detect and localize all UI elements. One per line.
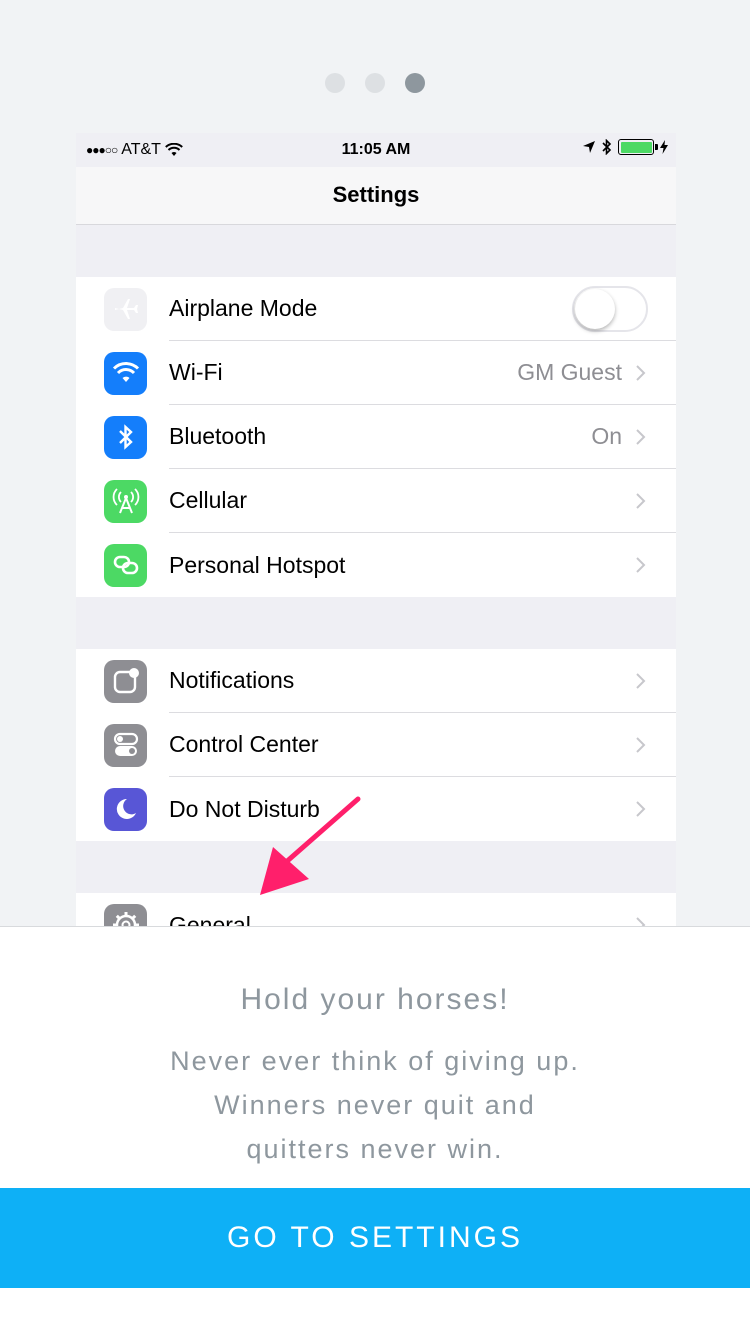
settings-row-personal-hotspot[interactable]: Personal Hotspot <box>76 533 676 597</box>
chevron-right-icon <box>636 557 646 573</box>
pointer-arrow-icon <box>260 796 361 895</box>
notifications-label: Notifications <box>169 667 295 693</box>
cellular-label: Cellular <box>169 487 247 513</box>
notifications-icon <box>104 659 147 703</box>
chevron-right-icon <box>636 428 646 445</box>
bluetooth-status-icon <box>602 139 612 155</box>
airplane-mode-label: Airplane Mode <box>169 295 318 321</box>
settings-row-do-not-disturb[interactable]: Do Not Disturb <box>76 777 676 841</box>
charging-icon <box>660 140 668 154</box>
go-to-settings-button[interactable]: GO TO SETTINGS <box>0 1188 750 1288</box>
chevron-right-icon <box>636 736 646 753</box>
bluetooth-icon <box>104 415 147 459</box>
chevron-right-icon <box>636 364 646 381</box>
gear-icon <box>104 903 147 927</box>
settings-group-connectivity: Airplane Mode Wi-Fi GM Guest Bluetooth O… <box>76 277 676 597</box>
settings-row-airplane-mode[interactable]: Airplane Mode <box>76 277 676 341</box>
page-dot-3-active[interactable] <box>405 73 425 93</box>
settings-row-general[interactable]: General <box>76 893 676 927</box>
personal-hotspot-label: Personal Hotspot <box>169 551 346 578</box>
battery-icon <box>618 139 658 155</box>
control-center-icon <box>104 723 147 767</box>
chevron-right-icon <box>636 801 646 817</box>
settings-row-notifications[interactable]: Notifications <box>76 649 676 713</box>
cellular-icon <box>104 479 147 523</box>
location-icon <box>583 141 595 153</box>
hotspot-icon <box>104 543 147 587</box>
settings-group-system: Notifications Control Center Do Not Dist… <box>76 649 676 841</box>
chevron-right-icon <box>636 492 646 509</box>
airplane-mode-toggle[interactable] <box>572 285 648 332</box>
settings-row-cellular[interactable]: Cellular <box>76 469 676 533</box>
nav-title: Settings <box>76 167 676 225</box>
settings-row-control-center[interactable]: Control Center <box>76 713 676 777</box>
settings-group-general: General <box>76 893 676 927</box>
sheet-body-line-1: Never ever think of giving up. <box>170 1046 580 1076</box>
status-bar: ●●●○○ AT&T 11:05 AM <box>76 133 676 167</box>
sheet-body: Never ever think of giving up. Winners n… <box>165 1039 585 1171</box>
general-label: General <box>169 911 251 928</box>
wifi-network-value: GM Guest <box>517 359 622 385</box>
bluetooth-label: Bluetooth <box>169 423 267 449</box>
onboarding-sheet: Hold your horses! Never ever think of gi… <box>0 926 750 1188</box>
settings-row-bluetooth[interactable]: Bluetooth On <box>76 405 676 469</box>
chevron-right-icon <box>636 672 646 689</box>
do-not-disturb-label: Do Not Disturb <box>169 795 320 822</box>
bluetooth-status-value: On <box>591 423 622 449</box>
page-dot-2[interactable] <box>365 73 385 93</box>
page-indicator <box>0 73 750 93</box>
settings-row-wifi[interactable]: Wi-Fi GM Guest <box>76 341 676 405</box>
moon-icon <box>104 787 147 831</box>
sheet-body-line-2: Winners never quit and quitters never wi… <box>214 1090 536 1164</box>
wifi-icon <box>104 351 147 395</box>
control-center-label: Control Center <box>169 731 319 757</box>
page-dot-1[interactable] <box>325 73 345 93</box>
sheet-title: Hold your horses! <box>240 983 510 1016</box>
airplane-icon <box>104 287 147 331</box>
settings-screenshot: ●●●○○ AT&T 11:05 AM Settings Airplane Mo… <box>76 133 676 927</box>
wifi-label: Wi-Fi <box>169 359 223 385</box>
